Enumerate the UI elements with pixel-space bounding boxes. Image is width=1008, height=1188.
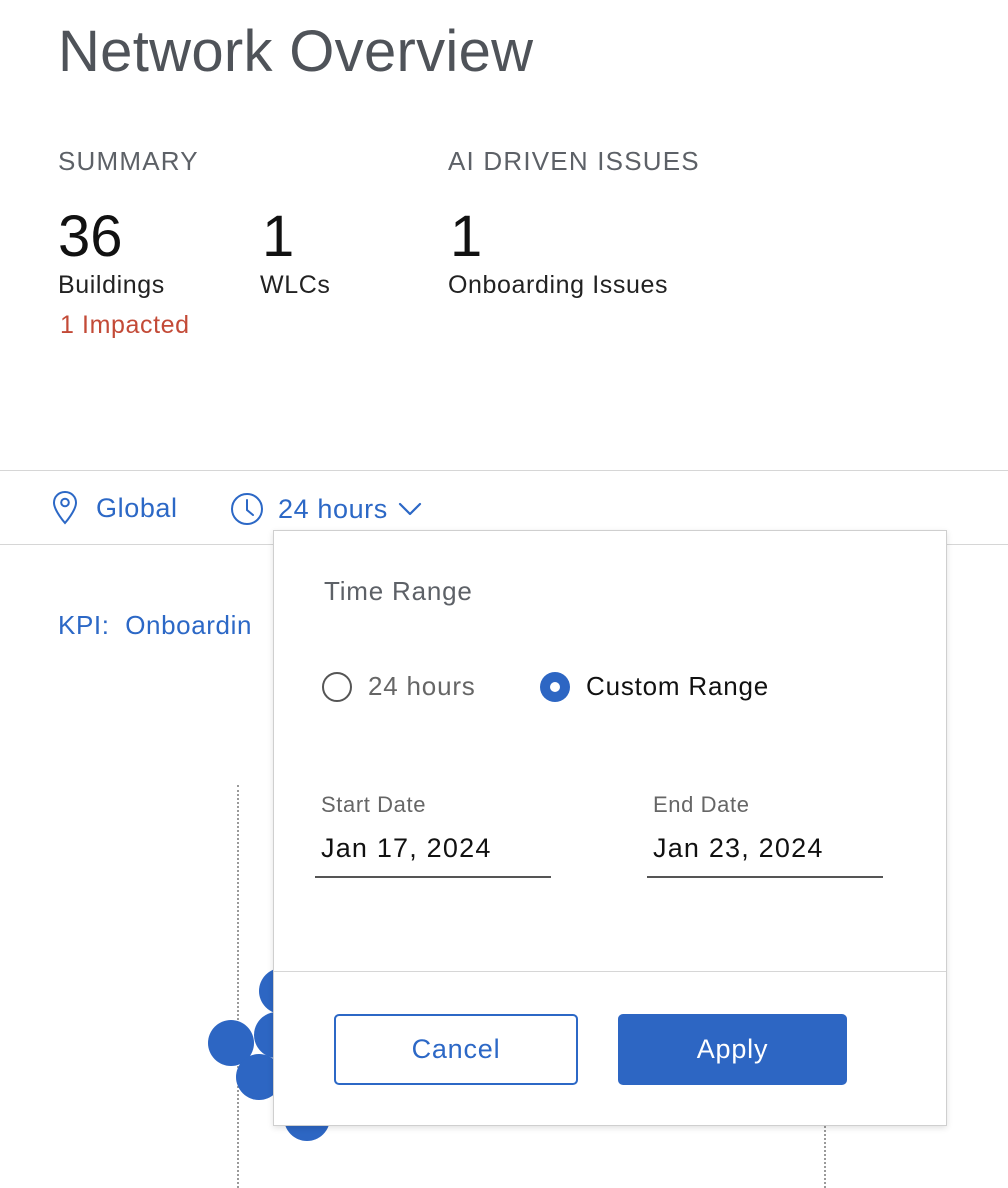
popover-footer-divider bbox=[274, 971, 946, 972]
radio-24-hours-label: 24 hours bbox=[368, 671, 476, 701]
radio-selected-icon bbox=[540, 671, 570, 702]
filter-bar-top-divider bbox=[0, 470, 1008, 471]
location-filter[interactable]: Global bbox=[52, 490, 178, 526]
apply-button[interactable]: Apply bbox=[618, 1014, 847, 1085]
onboarding-issues-label: Onboarding Issues bbox=[448, 271, 669, 299]
ai-issues-label: AI DRIVEN ISSUES bbox=[448, 146, 700, 176]
chevron-down-icon bbox=[398, 501, 422, 517]
start-date-label: Start Date bbox=[321, 792, 427, 817]
onboarding-issues-count[interactable]: 1 bbox=[450, 208, 482, 266]
end-date-input[interactable] bbox=[647, 833, 883, 878]
buildings-count[interactable]: 36 bbox=[58, 208, 123, 266]
radio-custom-range-label: Custom Range bbox=[586, 671, 770, 701]
location-filter-label: Global bbox=[96, 492, 178, 523]
time-range-title: Time Range bbox=[324, 576, 473, 606]
kpi-prefix: KPI: bbox=[58, 610, 110, 640]
summary-label: SUMMARY bbox=[58, 146, 199, 176]
start-date-input[interactable] bbox=[315, 833, 551, 878]
time-range-popover: Time Range 24 hours Custom Range Start D… bbox=[273, 530, 947, 1126]
cancel-button[interactable]: Cancel bbox=[334, 1014, 578, 1085]
buildings-label: Buildings bbox=[58, 271, 165, 299]
page-title: Network Overview bbox=[58, 19, 534, 84]
chart-gridline bbox=[824, 1126, 826, 1188]
location-pin-icon bbox=[52, 490, 78, 526]
chart-gridline bbox=[237, 785, 239, 1188]
radio-custom-range[interactable]: Custom Range bbox=[540, 671, 769, 702]
time-filter-label: 24 hours bbox=[278, 493, 388, 524]
clock-icon bbox=[230, 492, 264, 526]
kpi-selector[interactable]: KPI: Onboardin bbox=[58, 610, 252, 641]
wlcs-count[interactable]: 1 bbox=[262, 208, 294, 266]
buildings-impacted[interactable]: 1 Impacted bbox=[60, 311, 190, 340]
kpi-value: Onboardin bbox=[125, 610, 253, 640]
time-filter[interactable]: 24 hours bbox=[230, 492, 422, 526]
wlcs-label: WLCs bbox=[260, 271, 331, 299]
radio-unselected-icon bbox=[322, 671, 352, 702]
radio-24-hours[interactable]: 24 hours bbox=[322, 671, 476, 702]
end-date-label: End Date bbox=[653, 792, 750, 817]
